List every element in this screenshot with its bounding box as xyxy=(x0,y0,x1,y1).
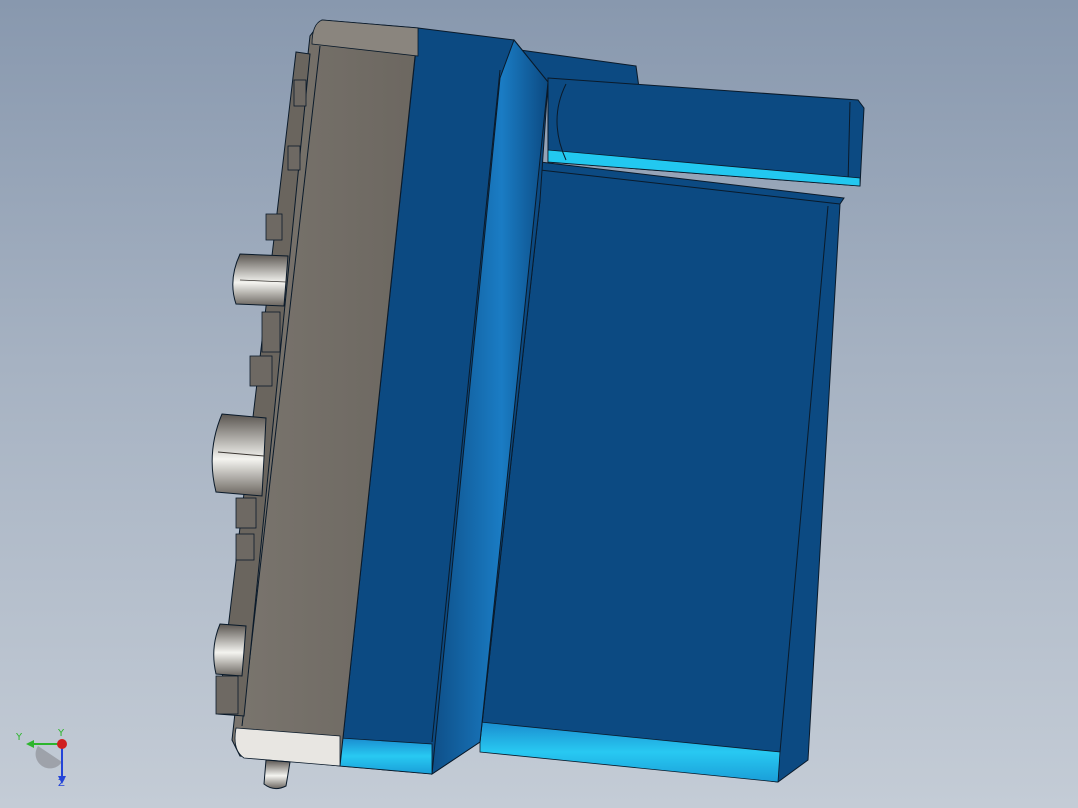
cad-viewport[interactable]: Y Y Z xyxy=(0,0,1078,808)
triad-label-z: Z xyxy=(58,778,65,789)
front-button-5[interactable] xyxy=(249,355,273,387)
front-button-2[interactable] xyxy=(287,145,301,171)
knob-lower[interactable] xyxy=(213,623,247,677)
rear-housing[interactable] xyxy=(479,161,845,783)
front-button-4[interactable] xyxy=(261,311,281,353)
bottom-foot[interactable] xyxy=(263,759,291,790)
knob-upper[interactable] xyxy=(232,253,289,307)
orientation-triad[interactable]: Y Y Z xyxy=(12,728,76,792)
front-button-3[interactable] xyxy=(265,213,283,241)
triad-label-x: Y xyxy=(58,728,65,739)
cad-model-canvas[interactable] xyxy=(0,0,1078,808)
front-button-8[interactable] xyxy=(215,675,239,715)
front-button-1[interactable] xyxy=(293,79,307,107)
front-button-7[interactable] xyxy=(235,533,255,561)
knob-middle[interactable] xyxy=(211,413,267,497)
triad-label-y: Y xyxy=(16,732,23,743)
front-button-6[interactable] xyxy=(235,497,257,529)
